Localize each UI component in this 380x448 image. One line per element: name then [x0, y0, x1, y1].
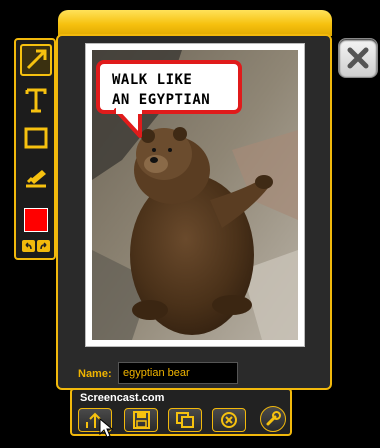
name-input[interactable] [118, 362, 238, 384]
close-button[interactable] [338, 38, 378, 78]
panel-header-bar [58, 10, 332, 36]
copy-icon [176, 412, 194, 428]
settings-button[interactable] [260, 406, 286, 432]
color-swatch-button[interactable] [20, 204, 52, 236]
highlight-tool-button[interactable] [20, 160, 52, 192]
close-icon [347, 47, 369, 69]
drawing-toolbar [14, 38, 56, 260]
save-disk-icon [133, 411, 150, 429]
site-label: Screencast.com [80, 392, 165, 404]
name-label: Name: [78, 368, 112, 380]
undo-redo-group [22, 240, 50, 252]
callout-annotation[interactable]: WALK LIKE AN EGYPTIAN [96, 60, 242, 114]
callout-text: WALK LIKE AN EGYPTIAN [112, 72, 211, 108]
save-button[interactable] [124, 408, 158, 432]
wrench-icon [266, 411, 281, 426]
rectangle-icon [24, 127, 48, 149]
cancel-circle-icon [221, 412, 237, 428]
arrow-icon [26, 49, 47, 70]
text-icon [25, 88, 47, 113]
undo-button[interactable] [22, 240, 35, 252]
arrow-tool-button[interactable] [20, 44, 52, 76]
copy-button[interactable] [168, 408, 202, 432]
undo-icon [25, 242, 32, 250]
callout-tail [114, 108, 142, 138]
text-tool-button[interactable] [20, 84, 52, 116]
mouse-cursor-icon [99, 418, 114, 438]
redo-icon [40, 242, 47, 250]
cancel-button[interactable] [212, 408, 246, 432]
rectangle-tool-button[interactable] [20, 122, 52, 154]
redo-button[interactable] [37, 240, 50, 252]
highlighter-icon [26, 170, 46, 188]
color-swatch [24, 208, 48, 232]
